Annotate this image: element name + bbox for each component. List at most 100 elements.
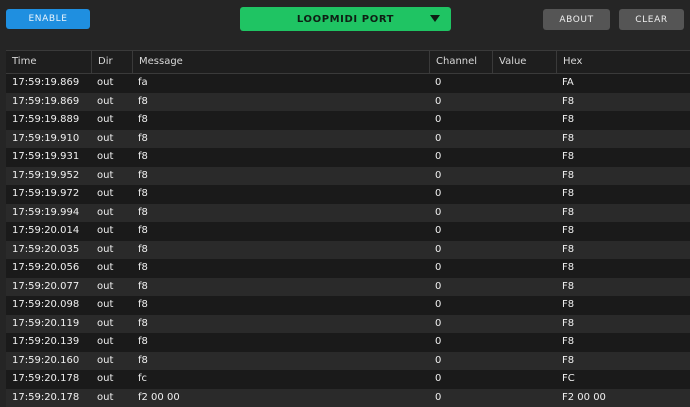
cell-channel: 0 xyxy=(429,389,492,407)
column-header-channel[interactable]: Channel xyxy=(429,51,492,73)
cell-hex: F8 xyxy=(556,185,690,204)
cell-message: fa xyxy=(132,74,429,93)
midi-port-label: LOOPMIDI PORT xyxy=(297,14,394,25)
cell-time: 17:59:19.931 xyxy=(6,148,91,167)
table-row[interactable]: 17:59:19.972outf80F8 xyxy=(6,185,690,204)
cell-dir: out xyxy=(91,370,132,389)
cell-dir: out xyxy=(91,204,132,223)
cell-value xyxy=(492,111,556,130)
cell-value xyxy=(492,370,556,389)
cell-time: 17:59:20.178 xyxy=(6,370,91,389)
cell-value xyxy=(492,278,556,297)
table-row[interactable]: 17:59:19.889outf80 F8 xyxy=(6,111,690,130)
cell-channel: 0 xyxy=(429,222,492,241)
cell-hex: F8 xyxy=(556,130,690,149)
cell-hex: F2 00 00 xyxy=(556,389,690,407)
cell-channel: 0 xyxy=(429,185,492,204)
cell-channel: 0 xyxy=(429,241,492,260)
cell-dir: out xyxy=(91,93,132,112)
about-button[interactable]: ABOUT xyxy=(543,9,610,30)
cell-channel: 0 xyxy=(429,111,492,130)
cell-channel: 0 xyxy=(429,352,492,371)
cell-channel: 0 xyxy=(429,278,492,297)
cell-value xyxy=(492,148,556,167)
cell-dir: out xyxy=(91,74,132,93)
cell-dir: out xyxy=(91,167,132,186)
cell-dir: out xyxy=(91,185,132,204)
cell-hex: F8 xyxy=(556,222,690,241)
caret-down-icon xyxy=(430,15,440,22)
column-header-message[interactable]: Message xyxy=(132,51,429,73)
table-row[interactable]: 17:59:19.952outf80F8 xyxy=(6,167,690,186)
cell-hex: F8 xyxy=(556,259,690,278)
cell-channel: 0 xyxy=(429,259,492,278)
cell-dir: out xyxy=(91,259,132,278)
cell-time: 17:59:20.139 xyxy=(6,333,91,352)
table-row[interactable]: 17:59:20.178outfc0FC xyxy=(6,370,690,389)
cell-message: f2 00 00 xyxy=(132,389,429,407)
table-row[interactable]: 17:59:20.056outf80F8 xyxy=(6,259,690,278)
cell-time: 17:59:19.869 xyxy=(6,93,91,112)
cell-channel: 0 xyxy=(429,93,492,112)
cell-time: 17:59:19.952 xyxy=(6,167,91,186)
table-row[interactable]: 17:59:20.178outf2 00 000 F2 00 00 xyxy=(6,389,690,407)
column-header-value[interactable]: Value xyxy=(492,51,556,73)
table-row[interactable]: 17:59:19.931outf80F8 xyxy=(6,148,690,167)
cell-dir: out xyxy=(91,296,132,315)
toolbar: ENABLE LOOPMIDI PORT ABOUT CLEAR xyxy=(0,0,690,44)
cell-channel: 0 xyxy=(429,167,492,186)
table-row[interactable]: 17:59:20.098outf80F8 xyxy=(6,296,690,315)
cell-message: f8 xyxy=(132,222,429,241)
clear-button[interactable]: CLEAR xyxy=(619,9,684,30)
cell-time: 17:59:20.119 xyxy=(6,315,91,334)
cell-channel: 0 xyxy=(429,130,492,149)
cell-message: f8 xyxy=(132,296,429,315)
table-row[interactable]: 17:59:20.014outf80 F8 xyxy=(6,222,690,241)
column-header-hex[interactable]: Hex xyxy=(556,51,690,73)
cell-channel: 0 xyxy=(429,315,492,334)
cell-hex: F8 xyxy=(556,333,690,352)
cell-value xyxy=(492,389,556,407)
midi-port-dropdown[interactable]: LOOPMIDI PORT xyxy=(240,7,451,31)
cell-time: 17:59:20.056 xyxy=(6,259,91,278)
table-header: Time Dir Message Channel Value Hex xyxy=(6,50,690,74)
cell-time: 17:59:20.178 xyxy=(6,389,91,407)
cell-dir: out xyxy=(91,111,132,130)
table-row[interactable]: 17:59:20.160outf80F8 xyxy=(6,352,690,371)
cell-time: 17:59:19.869 xyxy=(6,74,91,93)
cell-hex: F8 xyxy=(556,296,690,315)
cell-hex: FA xyxy=(556,74,690,93)
table-row[interactable]: 17:59:19.910outf80F8 xyxy=(6,130,690,149)
cell-channel: 0 xyxy=(429,148,492,167)
cell-value xyxy=(492,185,556,204)
cell-time: 17:59:20.014 xyxy=(6,222,91,241)
cell-message: f8 xyxy=(132,111,429,130)
cell-value xyxy=(492,74,556,93)
table-row[interactable]: 17:59:19.869outf80F8 xyxy=(6,93,690,112)
table-row[interactable]: 17:59:20.139outf80F8 xyxy=(6,333,690,352)
table-row[interactable]: 17:59:19.994outf80F8 xyxy=(6,204,690,223)
table-row[interactable]: 17:59:20.035outf80F8 xyxy=(6,241,690,260)
table-row[interactable]: 17:59:20.077outf80F8 xyxy=(6,278,690,297)
cell-value xyxy=(492,315,556,334)
enable-button[interactable]: ENABLE xyxy=(6,9,90,29)
table-row[interactable]: 17:59:20.119outf80F8 xyxy=(6,315,690,334)
cell-hex: FC xyxy=(556,370,690,389)
cell-message: f8 xyxy=(132,130,429,149)
cell-channel: 0 xyxy=(429,296,492,315)
cell-message: f8 xyxy=(132,315,429,334)
cell-dir: out xyxy=(91,278,132,297)
cell-dir: out xyxy=(91,389,132,407)
table-row[interactable]: 17:59:19.869outfa0FA xyxy=(6,74,690,93)
cell-dir: out xyxy=(91,148,132,167)
cell-value xyxy=(492,204,556,223)
column-header-time[interactable]: Time xyxy=(6,51,91,73)
column-header-dir[interactable]: Dir xyxy=(91,51,132,73)
cell-hex: F8 xyxy=(556,111,690,130)
cell-dir: out xyxy=(91,222,132,241)
cell-value xyxy=(492,333,556,352)
cell-value xyxy=(492,93,556,112)
cell-time: 17:59:19.994 xyxy=(6,204,91,223)
cell-value xyxy=(492,296,556,315)
cell-time: 17:59:19.889 xyxy=(6,111,91,130)
